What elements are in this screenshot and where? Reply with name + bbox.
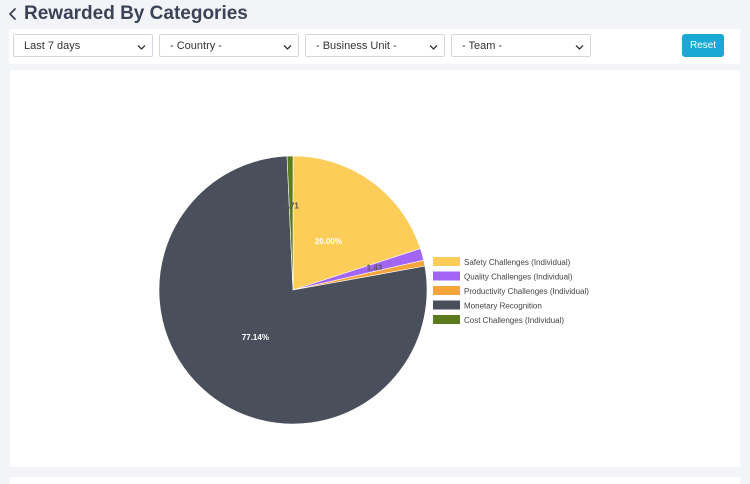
pie-data-label: 77.14%	[242, 333, 269, 342]
bottom-card	[10, 477, 740, 484]
team-select-value: - Team -	[462, 40, 503, 52]
legend-swatch[interactable]	[433, 286, 460, 295]
legend-label[interactable]: Monetary Recognition	[464, 302, 542, 311]
legend-swatch[interactable]	[433, 300, 460, 310]
legend-swatch[interactable]	[433, 315, 460, 324]
team-select[interactable]: - Team -	[451, 34, 591, 57]
filter-bar: Last 7 days - Country - - Business Unit …	[9, 29, 740, 64]
chevron-down-icon	[575, 42, 584, 50]
page-header: Rewarded By Categories	[0, 0, 750, 30]
period-select-value: Last 7 days	[24, 40, 81, 52]
chevron-down-icon	[429, 42, 438, 50]
legend-label[interactable]: Cost Challenges (Individual)	[464, 316, 564, 325]
legend-label[interactable]: Productivity Challenges (Individual)	[464, 287, 589, 296]
chevron-down-icon	[283, 42, 292, 50]
chevron-down-icon	[137, 42, 146, 50]
page-title: Rewarded By Categories	[24, 3, 248, 24]
business-unit-select[interactable]: - Business Unit -	[305, 34, 445, 57]
pie-chart: 20.00%1.4377.14%0.71Safety Challenges (I…	[158, 155, 589, 425]
legend-label[interactable]: Safety Challenges (Individual)	[464, 258, 571, 267]
pie-data-label: 20.00%	[315, 237, 342, 246]
country-select-value: - Country -	[170, 40, 222, 52]
chart-card: 20.00% 1.43 77.14% 0.71 Safety Challenges (I…	[10, 70, 740, 467]
legend-label[interactable]: Quality Challenges (Individual)	[464, 273, 573, 282]
legend-swatch[interactable]	[433, 271, 460, 281]
reset-button[interactable]: Reset	[682, 34, 724, 57]
period-select[interactable]: Last 7 days	[13, 34, 153, 57]
pie-data-label: 0.71	[283, 202, 299, 211]
chevron-left-icon[interactable]	[6, 6, 20, 22]
business-unit-select-value: - Business Unit -	[316, 40, 397, 52]
country-select[interactable]: - Country -	[159, 34, 299, 57]
legend-swatch[interactable]	[433, 257, 460, 266]
